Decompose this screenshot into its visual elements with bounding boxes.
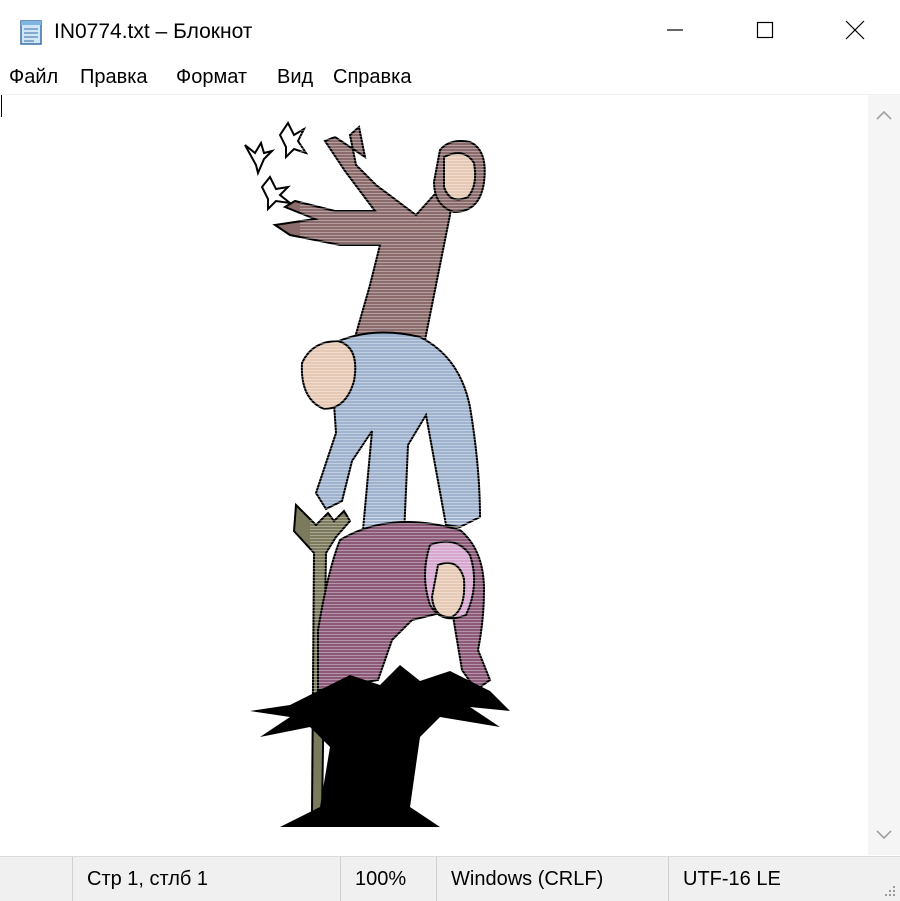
palm-tree — [250, 665, 510, 827]
encoding: UTF-16 LE — [668, 857, 900, 901]
menu-help[interactable]: Справка — [333, 65, 411, 89]
vertical-scrollbar[interactable] — [868, 95, 900, 855]
chevron-up-icon[interactable] — [868, 99, 900, 131]
menu-format[interactable]: Формат — [176, 65, 247, 89]
ascii-art-illustration — [244, 121, 510, 827]
close-button[interactable] — [810, 0, 900, 60]
menu-edit[interactable]: Правка — [80, 65, 148, 89]
text-caret — [1, 95, 2, 117]
notepad-icon — [20, 20, 42, 45]
cursor-position: Стр 1, стлб 1 — [72, 857, 340, 901]
title-bar[interactable]: IN0774.txt – Блокнот — [0, 0, 900, 60]
minimize-button[interactable] — [630, 0, 720, 60]
bird-icon — [244, 140, 276, 177]
menu-view[interactable]: Вид — [277, 65, 313, 89]
window-title: IN0774.txt – Блокнот — [54, 20, 253, 43]
resize-grip-icon[interactable] — [882, 883, 896, 897]
close-icon — [845, 20, 865, 40]
text-editor[interactable] — [0, 95, 868, 855]
menu-file[interactable]: Файл — [9, 65, 58, 89]
line-endings: Windows (CRLF) — [436, 857, 668, 901]
minimize-icon — [667, 29, 683, 31]
zoom-level: 100% — [340, 857, 436, 901]
chevron-down-icon[interactable] — [868, 819, 900, 851]
menu-bar: Файл Правка Формат Вид Справка — [0, 60, 900, 95]
maximize-button[interactable] — [720, 0, 810, 60]
bird-icon — [260, 175, 294, 212]
maximize-icon — [756, 21, 774, 39]
status-bar: Стр 1, стлб 1 100% Windows (CRLF) UTF-16… — [0, 856, 900, 901]
